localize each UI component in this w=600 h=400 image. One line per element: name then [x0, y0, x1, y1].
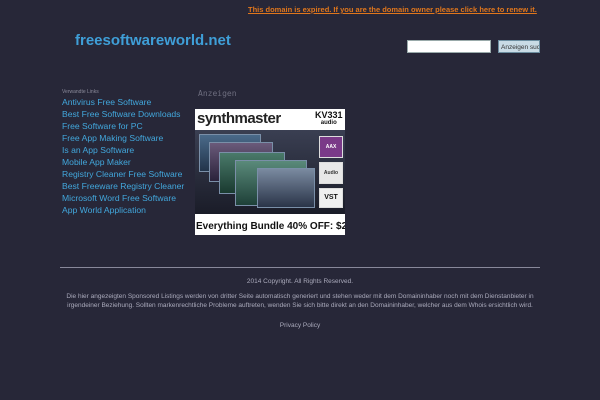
ad-product-screenshot: AAX Audio Units VST	[195, 130, 345, 214]
related-link[interactable]: Free App Making Software	[62, 133, 187, 143]
disclaimer-text: Die hier angezeigten Sponsored Listings …	[66, 293, 534, 309]
ad-banner[interactable]: synthmaster KV331 audio AAX Audio Units …	[195, 109, 345, 235]
related-link[interactable]: Microsoft Word Free Software	[62, 193, 187, 203]
ad-brand-logo: synthmaster	[197, 110, 281, 127]
ads-label: Anzeigen	[198, 89, 237, 98]
site-title[interactable]: freesoftwareworld.net	[75, 32, 231, 49]
footer-divider	[60, 267, 540, 268]
vst-badge: VST	[319, 188, 343, 208]
search-button[interactable]: Anzeigen suc	[498, 40, 540, 53]
copyright-text: 2014 Copyright. All Rights Reserved.	[246, 278, 354, 285]
audio-units-badge: Audio Units	[319, 162, 343, 196]
privacy-footer: Privacy Policy	[60, 322, 540, 329]
aax-badge: AAX	[319, 136, 343, 158]
related-links-list: Antivirus Free Software Best Free Softwa…	[62, 97, 187, 217]
ad-caption: Everything Bundle 40% OFF: $221	[196, 221, 345, 232]
related-link[interactable]: Mobile App Maker	[62, 157, 187, 167]
ad-company-logo: KV331 audio	[315, 111, 343, 127]
search-input[interactable]	[407, 40, 491, 53]
domain-expired-link[interactable]: This domain is expired. If you are the d…	[248, 5, 537, 14]
ad-plugin-panel	[257, 168, 315, 208]
related-links-header: Verwandte Links	[62, 89, 99, 95]
related-link[interactable]: Antivirus Free Software	[62, 97, 187, 107]
related-link[interactable]: Best Freeware Registry Cleaner	[62, 181, 187, 191]
related-link[interactable]: Is an App Software	[62, 145, 187, 155]
ad-header: synthmaster KV331 audio	[195, 109, 345, 131]
related-link[interactable]: Registry Cleaner Free Software	[62, 169, 187, 179]
ad-company-line2: audio	[320, 120, 337, 126]
related-link[interactable]: Free Software for PC	[62, 121, 187, 131]
related-link[interactable]: App World Application	[62, 205, 187, 215]
privacy-policy-link[interactable]: Privacy Policy	[280, 322, 320, 329]
related-link[interactable]: Best Free Software Downloads	[62, 109, 187, 119]
